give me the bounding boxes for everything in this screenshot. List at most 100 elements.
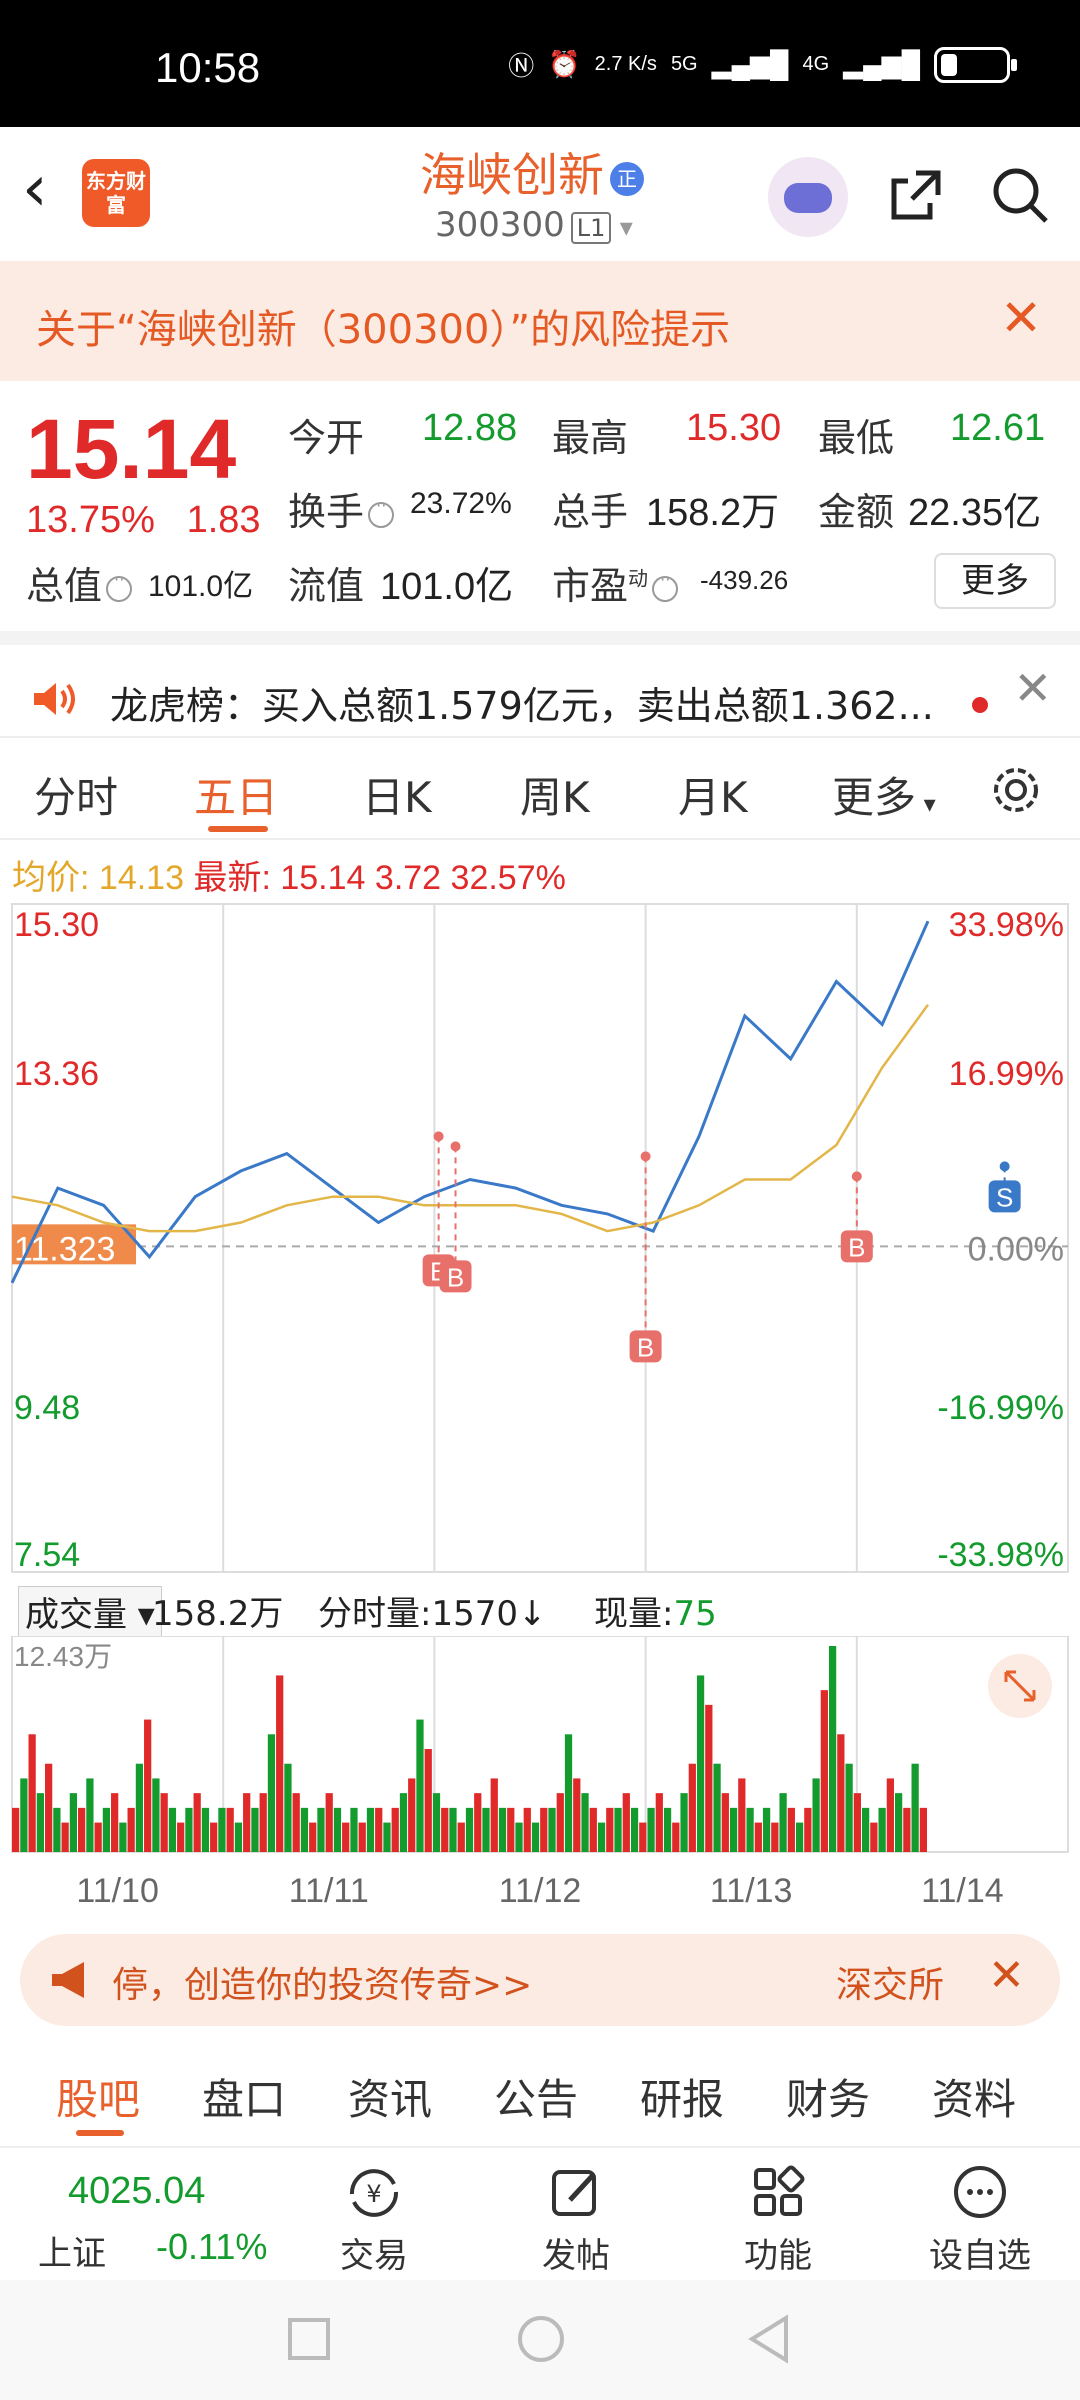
x-axis-tick: 11/14: [921, 1872, 1004, 1910]
tab-monthly-k[interactable]: 月K: [678, 764, 748, 825]
nav-add-watchlist[interactable]: 设自选: [920, 2164, 1040, 2277]
volume-bar: [804, 1807, 812, 1852]
close-icon[interactable]: ✕: [1013, 661, 1052, 715]
tab-pankou[interactable]: 盘口: [202, 2066, 286, 2127]
tab-more[interactable]: 更多 ▾: [832, 764, 936, 825]
chart-tabs: 分时 五日 日K 周K 月K 更多 ▾: [0, 736, 1080, 840]
volume-bar: [498, 1807, 507, 1852]
chevron-down-icon: ▾: [916, 790, 936, 818]
network-4g: 4G: [802, 53, 830, 75]
volume-bar: [399, 1793, 408, 1852]
share-icon[interactable]: [886, 165, 946, 225]
stock-name[interactable]: 海峡创新正: [420, 139, 644, 205]
info-icon[interactable]: [652, 570, 679, 602]
trade-marker-point: [433, 1131, 444, 1142]
volume-bar: [663, 1807, 672, 1852]
back-nav-icon[interactable]: [746, 2314, 792, 2364]
volume-selector[interactable]: 成交量 ▾: [18, 1586, 162, 1637]
volume-bar: [540, 1807, 548, 1852]
tab-news[interactable]: 资讯: [348, 2066, 432, 2127]
tab-intraday[interactable]: 分时: [34, 764, 118, 825]
bottom-nav: 4025.04 上证 -0.11% ¥ 交易 发帖 功能 设自选: [0, 2146, 1080, 2280]
volume-bar: [276, 1675, 284, 1852]
y-axis-tick-right: 0.00%: [968, 1230, 1064, 1268]
volume-bar: [746, 1807, 754, 1852]
tab-guba[interactable]: 股吧: [56, 2066, 140, 2127]
close-icon[interactable]: ✕: [1000, 289, 1042, 347]
info-icon[interactable]: [368, 496, 395, 528]
badge-icon: 正: [610, 161, 644, 196]
volume-bar: [482, 1807, 490, 1852]
volume-bar: [152, 1778, 160, 1852]
tab-finance[interactable]: 财务: [786, 2066, 870, 2127]
volume-bar: [160, 1793, 168, 1852]
risk-notice-text[interactable]: 关于“海峡创新（300300）”的风险提示: [36, 297, 730, 355]
promo-banner[interactable]: 停，创造你的投资传奇>> 深交所 ✕: [20, 1934, 1060, 2026]
nav-post[interactable]: 发帖: [516, 2164, 636, 2277]
volume-bar: [69, 1793, 78, 1852]
volume-bar: [28, 1734, 36, 1852]
volume-bar: [375, 1807, 383, 1852]
volume-bar: [416, 1719, 424, 1852]
average-series-line: [11, 1003, 930, 1233]
nav-functions[interactable]: 功能: [718, 2164, 838, 2277]
divider: [0, 631, 1080, 645]
volume-bar: [53, 1807, 61, 1852]
volume-bar: [226, 1807, 234, 1852]
price-chart[interactable]: 15.3013.3611.3239.487.5433.98%16.99%0.00…: [0, 900, 1080, 1580]
high-label: 最高: [552, 416, 629, 460]
volume-bar: [738, 1778, 746, 1852]
volume-bar: [696, 1675, 705, 1852]
volume-bar: [350, 1807, 358, 1852]
minute-volume: 分时量:1570↓: [318, 1594, 547, 1634]
info-icon[interactable]: [106, 570, 133, 602]
volume-bar: [168, 1807, 177, 1852]
mktcap-label: 总值: [26, 555, 133, 610]
dragon-tiger-notice[interactable]: 龙虎榜：买入总额1.579亿元，卖出总额1.362... ✕: [0, 645, 1080, 735]
low-label: 最低: [818, 416, 895, 460]
chevron-down-icon: ▾: [611, 213, 633, 243]
amount-value: 22.35亿: [908, 492, 1042, 534]
volume-bar: [36, 1793, 45, 1852]
tab-announcements[interactable]: 公告: [494, 2066, 578, 2127]
dragon-tiger-text[interactable]: 龙虎榜：买入总额1.579亿元，卖出总额1.362...: [110, 675, 934, 730]
tab-weekly-k[interactable]: 周K: [520, 764, 590, 825]
tab-research[interactable]: 研报: [640, 2066, 724, 2127]
banner-text[interactable]: 停，创造你的投资传奇>>: [112, 1956, 532, 2008]
volume-bar: [309, 1822, 317, 1852]
back-icon[interactable]: ‹: [22, 157, 48, 221]
volume-bar: [861, 1807, 870, 1852]
volume-bar: [721, 1793, 729, 1852]
assistant-robot-icon[interactable]: [768, 157, 848, 237]
stock-code[interactable]: 300300 L1 ▾: [435, 205, 633, 245]
gear-icon[interactable]: [986, 760, 1046, 820]
volume-bar: [647, 1807, 655, 1852]
nfc-icon: Ⓝ: [508, 51, 535, 81]
volume-bar: [878, 1807, 886, 1852]
turnover-value: 23.72%: [410, 487, 512, 520]
tab-daily-k[interactable]: 日K: [362, 764, 432, 825]
volume-bar: [606, 1807, 614, 1852]
volume-chart[interactable]: 12.43万 11/10 11/11 11/12 11/13 11/14: [0, 1636, 1080, 1916]
tab-profile[interactable]: 资料: [932, 2066, 1016, 2127]
trade-marker-label: S: [996, 1182, 1013, 1212]
close-icon[interactable]: ✕: [988, 1950, 1025, 2001]
recents-icon[interactable]: [286, 2316, 332, 2362]
volume-bar: [903, 1807, 911, 1852]
search-icon[interactable]: [988, 163, 1052, 227]
more-button[interactable]: 更多: [934, 553, 1056, 609]
volume-bar: [102, 1807, 111, 1852]
home-icon[interactable]: [516, 2314, 566, 2364]
tab-five-day[interactable]: 五日: [194, 764, 278, 825]
volume-bar: [837, 1734, 845, 1852]
float-value: 101.0亿: [380, 566, 514, 608]
volume-max-label: 12.43万: [14, 1641, 112, 1672]
system-nav: [0, 2280, 1080, 2400]
volume-bar: [564, 1734, 573, 1852]
volume-bar: [713, 1763, 721, 1852]
turnover-label: 换手: [288, 481, 395, 536]
risk-notice[interactable]: 关于“海峡创新（300300）”的风险提示 ✕: [0, 261, 1080, 381]
volume-bar: [144, 1719, 152, 1852]
volume-bar: [523, 1807, 531, 1852]
nav-trade[interactable]: ¥ 交易: [314, 2164, 434, 2277]
